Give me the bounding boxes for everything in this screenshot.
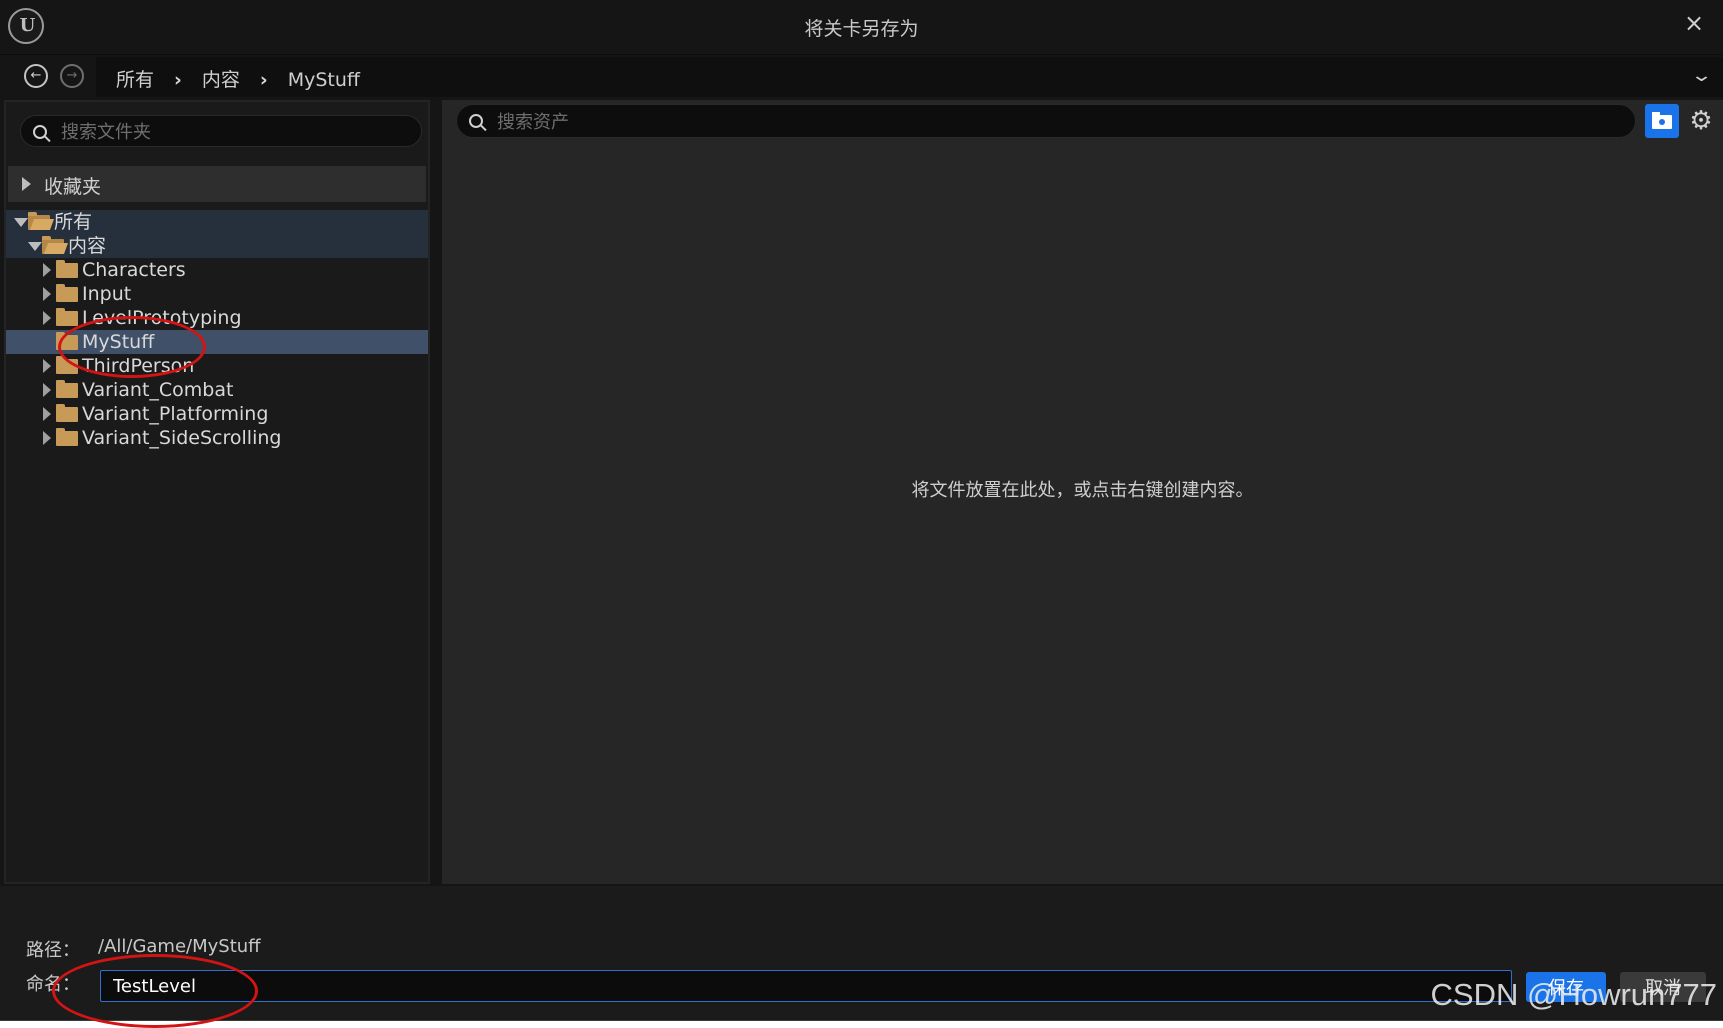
collapse-arrow-icon[interactable] (14, 218, 28, 227)
tree-item-variant-platforming[interactable]: Variant_Platforming (6, 402, 428, 426)
favorites-label: 收藏夹 (44, 176, 102, 198)
asset-search-box (456, 104, 1636, 138)
expand-arrow-icon[interactable] (43, 407, 51, 421)
tree-item-label: LevelPrototyping (82, 307, 242, 329)
tree-item-variant-sidescrolling[interactable]: Variant_SideScrolling (6, 426, 428, 450)
folder-icon (56, 380, 78, 398)
panel-splitter[interactable] (432, 100, 442, 884)
expand-arrow-icon[interactable] (43, 287, 51, 301)
tree-item-label: Input (82, 283, 132, 305)
folder-icon (56, 356, 78, 374)
window-title: 将关卡另存为 (804, 18, 919, 40)
tree-item-label: Variant_Combat (82, 379, 234, 401)
chevron-down-icon[interactable]: ⌄ (1690, 65, 1713, 86)
forward-arrow-icon[interactable]: → (60, 64, 84, 88)
tree-item-label: 所有 (54, 211, 93, 233)
navigation-bar: ← → 所有 › 内容 › MyStuff ⌄ (0, 55, 1723, 99)
tree-item-label: ThirdPerson (82, 355, 195, 377)
expand-arrow-icon[interactable] (43, 263, 51, 277)
breadcrumb-bar: 所有 › 内容 › MyStuff ⌄ (96, 57, 1723, 97)
tree-item--[interactable]: 所有 (6, 210, 428, 234)
expand-arrow-icon[interactable] (43, 383, 51, 397)
folder-icon (56, 332, 78, 350)
breadcrumb-item-content[interactable]: 内容 (202, 69, 240, 91)
tree-item--[interactable]: 内容 (6, 234, 428, 258)
search-icon (33, 125, 47, 139)
folder-search-box (20, 115, 422, 147)
folder-open-icon (28, 212, 50, 230)
tree-item-mystuff[interactable]: MyStuff (6, 330, 428, 354)
asset-search-input[interactable] (495, 109, 1619, 135)
expand-arrow-icon[interactable] (43, 431, 51, 445)
folder-icon (1652, 112, 1672, 129)
breadcrumb-item-mystuff[interactable]: MyStuff (288, 69, 360, 91)
folder-tree: 所有 内容 Characters Input LevelPrototyping MyStu… (6, 210, 428, 450)
expand-arrow-icon[interactable] (43, 311, 51, 325)
path-label: 路径： (26, 940, 80, 961)
folder-icon (56, 260, 78, 278)
favorites-section[interactable]: 收藏夹 (8, 166, 426, 202)
tree-item-label: Characters (82, 259, 186, 281)
tree-item-label: Variant_SideScrolling (82, 427, 282, 449)
asset-panel: ⚙ 将文件放置在此处，或点击右键创建内容。 (442, 100, 1723, 884)
name-label: 命名： (26, 974, 80, 995)
folder-icon (56, 428, 78, 446)
watermark: CSDN @Howrun777 (1430, 977, 1717, 1012)
path-picker-button[interactable] (1645, 104, 1679, 138)
title-bar: U 将关卡另存为 × (0, 0, 1723, 55)
level-name-input[interactable] (100, 970, 1512, 1002)
chevron-right-icon[interactable]: › (260, 69, 268, 91)
tree-item-variant-combat[interactable]: Variant_Combat (6, 378, 428, 402)
close-icon[interactable]: × (1679, 8, 1709, 38)
expand-arrow-icon[interactable] (43, 359, 51, 373)
tree-item-thirdperson[interactable]: ThirdPerson (6, 354, 428, 378)
tree-item-input[interactable]: Input (6, 282, 428, 306)
gear-icon[interactable]: ⚙ (1686, 106, 1716, 136)
chevron-right-icon[interactable]: › (174, 69, 182, 91)
expand-arrow-icon[interactable] (22, 177, 31, 191)
folder-panel: 收藏夹 所有内容CharactersInputLevelPrototypingM… (4, 100, 430, 884)
save-level-as-dialog: U 将关卡另存为 × ← → 所有›内容›MyStuff ⌄ 收藏夹 所有内容C… (0, 0, 1723, 1021)
breadcrumb-item-all[interactable]: 所有 (116, 69, 154, 91)
tree-item-label: MyStuff (82, 331, 155, 353)
folder-open-icon (42, 236, 64, 254)
back-arrow-icon[interactable]: ← (24, 64, 48, 88)
empty-drop-hint: 将文件放置在此处，或点击右键创建内容。 (911, 480, 1254, 501)
collapse-arrow-icon[interactable] (28, 242, 42, 251)
folder-icon (56, 404, 78, 422)
path-value: /All/Game/MyStuff (98, 936, 261, 957)
tree-item-label: 内容 (68, 235, 107, 257)
tree-item-characters[interactable]: Characters (6, 258, 428, 282)
folder-icon (56, 284, 78, 302)
search-icon (469, 114, 483, 128)
tree-item-label: Variant_Platforming (82, 403, 269, 425)
folder-icon (56, 308, 78, 326)
tree-item-levelprototyping[interactable]: LevelPrototyping (6, 306, 428, 330)
folder-search-input[interactable] (59, 119, 413, 145)
breadcrumb: 所有 › 内容 › MyStuff (116, 65, 360, 92)
